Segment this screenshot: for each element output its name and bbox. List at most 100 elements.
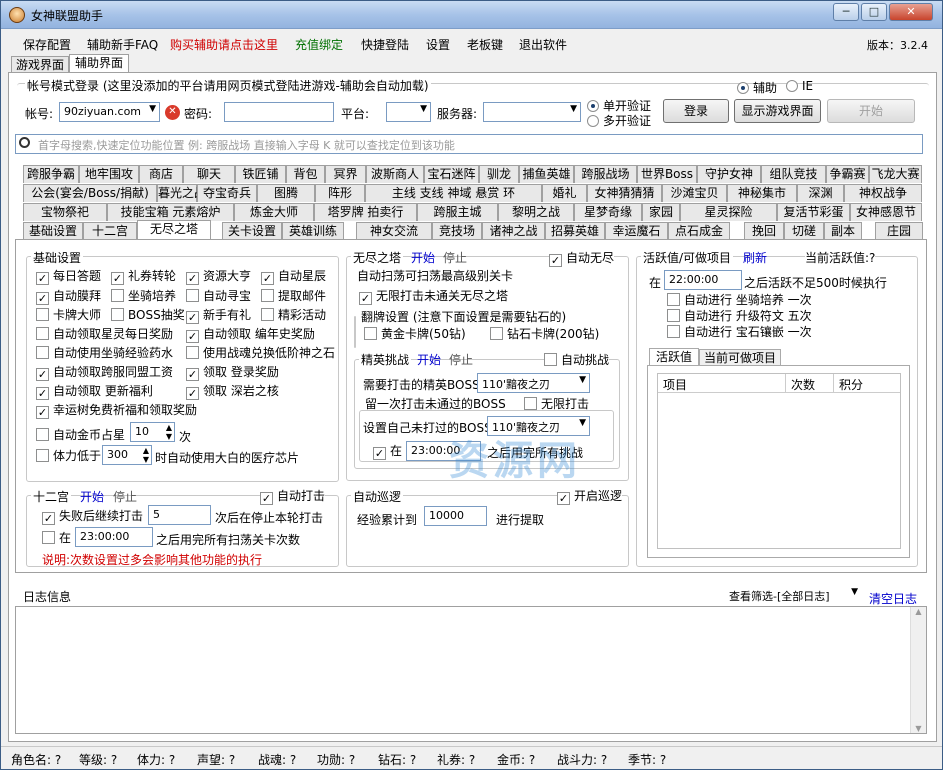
activity-task-1-checkbox[interactable]: 自动进行 升级符文 五次 — [667, 309, 812, 325]
menu-save-config[interactable]: 保存配置 — [23, 36, 71, 53]
zodiac-auto-attack-checkbox[interactable]: ✓ 自动打击 — [260, 489, 326, 505]
feature-tab-row2-5[interactable]: 主线 支线 神域 悬赏 环 — [365, 184, 542, 202]
feature-tab-row2-2[interactable]: 夺宝奇兵 — [197, 184, 257, 202]
feature-tab-row3-2[interactable]: 炼金大师 — [234, 203, 314, 221]
basic-option-18-checkbox[interactable]: ✓ 自动领取 更新福利 — [36, 384, 153, 400]
account-combo[interactable]: 90ziyuan.com ▼ — [59, 102, 160, 122]
feature-tab-row4-6[interactable]: 竞技场 — [432, 222, 482, 240]
activity-tab-items[interactable]: 当前可做项目 — [699, 349, 781, 366]
clear-log-link[interactable]: 清空日志 — [869, 590, 917, 607]
activity-tab-value[interactable]: 活跃值 — [649, 348, 699, 365]
log-area[interactable]: ▲ ▼ — [15, 606, 927, 734]
feature-tab-row2-7[interactable]: 女神猜猜猜 — [587, 184, 662, 202]
feature-tab-row4-14[interactable]: 庄园 — [875, 222, 923, 240]
basic-option-14-checkbox[interactable]: 自动使用坐骑经验药水 — [36, 346, 173, 362]
basic-option-5-checkbox[interactable]: 坐骑培养 — [111, 289, 176, 305]
feature-tab-row3-0[interactable]: 宝物祭祀 — [23, 203, 107, 221]
stepper-icon[interactable]: ▲ ▼ — [143, 446, 149, 464]
tower-auto-checkbox[interactable]: ✓ 自动无尽 — [549, 251, 615, 267]
feature-tab-row2-6[interactable]: 婚礼 — [542, 184, 587, 202]
feature-tab-row1-8[interactable]: 宝石迷阵 — [424, 165, 479, 183]
feature-tab-row4-2[interactable]: 无尽之塔 — [137, 220, 211, 240]
feature-tab-row2-10[interactable]: 深渊 — [797, 184, 844, 202]
basic-option-2-checkbox[interactable]: ✓ 资源大亨 — [186, 269, 251, 285]
stamina-threshold[interactable]: 300 ▲ ▼ — [102, 445, 152, 465]
feature-tab-row3-8[interactable]: 星灵探险 — [680, 203, 777, 221]
basic-option-20-checkbox[interactable]: ✓ 幸运树免费祈福和领取奖励 — [36, 403, 197, 419]
scroll-down-icon[interactable]: ▼ — [911, 724, 926, 733]
feature-tab-row2-11[interactable]: 神权战争 — [844, 184, 922, 202]
server-select[interactable]: ▼ — [483, 102, 581, 122]
feature-tab-row2-9[interactable]: 神秘集市 — [727, 184, 797, 202]
activity-task-2-checkbox[interactable]: 自动进行 宝石镶嵌 一次 — [667, 325, 812, 341]
basic-option-1-checkbox[interactable]: ✓ 礼券转轮 — [111, 269, 176, 285]
menu-settings[interactable]: 设置 — [426, 36, 450, 53]
feature-tab-row1-7[interactable]: 波斯商人 — [366, 165, 424, 183]
zodiac-continue-checkbox[interactable]: ✓ 失败后继续打击 — [42, 509, 143, 525]
feature-tab-row1-14[interactable]: 组队竞技 — [761, 165, 826, 183]
feature-tab-row4-10[interactable]: 点石成金 — [668, 222, 730, 240]
feature-tab-row4-9[interactable]: 幸运魔石 — [605, 222, 668, 240]
feature-tab-row1-5[interactable]: 背包 — [286, 165, 325, 183]
basic-option-17-checkbox[interactable]: ✓ 领取 登录奖励 — [186, 365, 279, 381]
elite-start-link[interactable]: 开始 — [417, 351, 441, 368]
zodiac-stop-link[interactable]: 停止 — [113, 488, 137, 505]
patrol-exp-input[interactable]: 10000 — [424, 506, 487, 526]
basic-option-15-checkbox[interactable]: 使用战魂兑换低阶神之石 — [186, 346, 335, 362]
basic-option-9-checkbox[interactable]: BOSS抽奖 — [111, 308, 185, 324]
feature-tab-row1-9[interactable]: 驯龙 — [479, 165, 519, 183]
minimize-button[interactable]: ─ — [833, 3, 859, 21]
activity-time-input[interactable]: 22:00:00 — [664, 270, 742, 290]
stepper-icon[interactable]: ▲ ▼ — [166, 423, 172, 441]
feature-tab-row1-15[interactable]: 争霸赛 — [826, 165, 869, 183]
log-filter-select[interactable]: 查看筛选-[全部日志] ▼ — [725, 586, 861, 606]
feature-tab-row1-11[interactable]: 跨服战场 — [574, 165, 637, 183]
feature-tab-row1-1[interactable]: 地牢围攻 — [79, 165, 139, 183]
feature-tab-row2-8[interactable]: 沙滩宝贝 — [662, 184, 727, 202]
diamond-card-checkbox[interactable]: 钻石卡牌(200钻) — [490, 327, 599, 343]
start-button[interactable]: 开始 — [827, 99, 915, 123]
feature-tab-row3-4[interactable]: 跨服主城 — [417, 203, 498, 221]
feature-tab-row4-3[interactable]: 关卡设置 — [222, 222, 282, 240]
zodiac-time-input[interactable]: 23:00:00 — [75, 527, 153, 547]
feature-tab-row3-7[interactable]: 家园 — [642, 203, 680, 221]
elite-boss-select[interactable]: 110'黯夜之刃 ▼ — [477, 373, 590, 393]
menu-recharge[interactable]: 充值绑定 — [295, 36, 343, 53]
feature-tab-row1-6[interactable]: 冥界 — [325, 165, 366, 183]
feature-tab-row4-4[interactable]: 英雄训练 — [282, 222, 344, 240]
feature-tab-row1-16[interactable]: 飞龙大赛 — [869, 165, 922, 183]
basic-option-10-checkbox[interactable]: ✓ 新手有礼 — [186, 308, 251, 324]
feature-tab-row3-6[interactable]: 星梦奇缘 — [574, 203, 642, 221]
gold-astrology-checkbox[interactable]: 自动金币占星 — [36, 428, 125, 444]
tower-unlimited-checkbox[interactable]: ✓ 无限打击未通关无尽之塔 — [359, 289, 508, 305]
elite-auto-checkbox[interactable]: 自动挑战 — [544, 353, 610, 369]
maximize-button[interactable]: □ — [861, 3, 887, 21]
basic-option-13-checkbox[interactable]: ✓ 自动领取 编年史奖励 — [186, 327, 315, 343]
clear-account-icon[interactable]: ✕ — [165, 105, 180, 120]
feature-tab-row4-13[interactable]: 副本 — [824, 222, 862, 240]
menu-quick-login[interactable]: 快捷登陆 — [361, 36, 409, 53]
activity-refresh-link[interactable]: 刷新 — [743, 249, 767, 266]
feature-tab-row4-5[interactable]: 神女交流 — [356, 222, 432, 240]
mode-ie-radio[interactable]: IE — [786, 79, 813, 93]
basic-option-7-checkbox[interactable]: 提取邮件 — [261, 289, 326, 305]
tab-assist-view[interactable]: 辅助界面 — [69, 54, 129, 74]
scroll-up-icon[interactable]: ▲ — [911, 607, 926, 616]
feature-tab-row4-0[interactable]: 基础设置 — [23, 222, 83, 240]
search-input[interactable]: 首字母搜索,快速定位功能位置 例: 跨服战场 直接输入字母 K 就可以查找定位到… — [15, 134, 923, 154]
feature-tab-row3-9[interactable]: 复活节彩蛋 — [777, 203, 850, 221]
feature-tab-row4-1[interactable]: 十二宫 — [83, 222, 137, 240]
basic-option-3-checkbox[interactable]: ✓ 自动星辰 — [261, 269, 326, 285]
stamina-checkbox[interactable]: 体力低于 — [36, 449, 101, 465]
close-button[interactable]: ✕ — [889, 3, 933, 21]
feature-tab-row3-3[interactable]: 塔罗牌 拍卖行 — [314, 203, 417, 221]
feature-tab-row1-12[interactable]: 世界Boss — [637, 165, 697, 183]
gold-astrology-count[interactable]: 10 ▲ ▼ — [130, 422, 175, 442]
multi-verify-radio[interactable]: 多开验证 — [587, 112, 651, 129]
basic-option-0-checkbox[interactable]: ✓ 每日答题 — [36, 269, 101, 285]
patrol-enable-checkbox[interactable]: ✓ 开启巡逻 — [557, 489, 623, 505]
zodiac-at-checkbox[interactable]: 在 — [42, 531, 71, 547]
feature-tab-row1-10[interactable]: 捕鱼英雄 — [519, 165, 574, 183]
feature-tab-row1-2[interactable]: 商店 — [139, 165, 183, 183]
feature-tab-row1-13[interactable]: 守护女神 — [697, 165, 761, 183]
